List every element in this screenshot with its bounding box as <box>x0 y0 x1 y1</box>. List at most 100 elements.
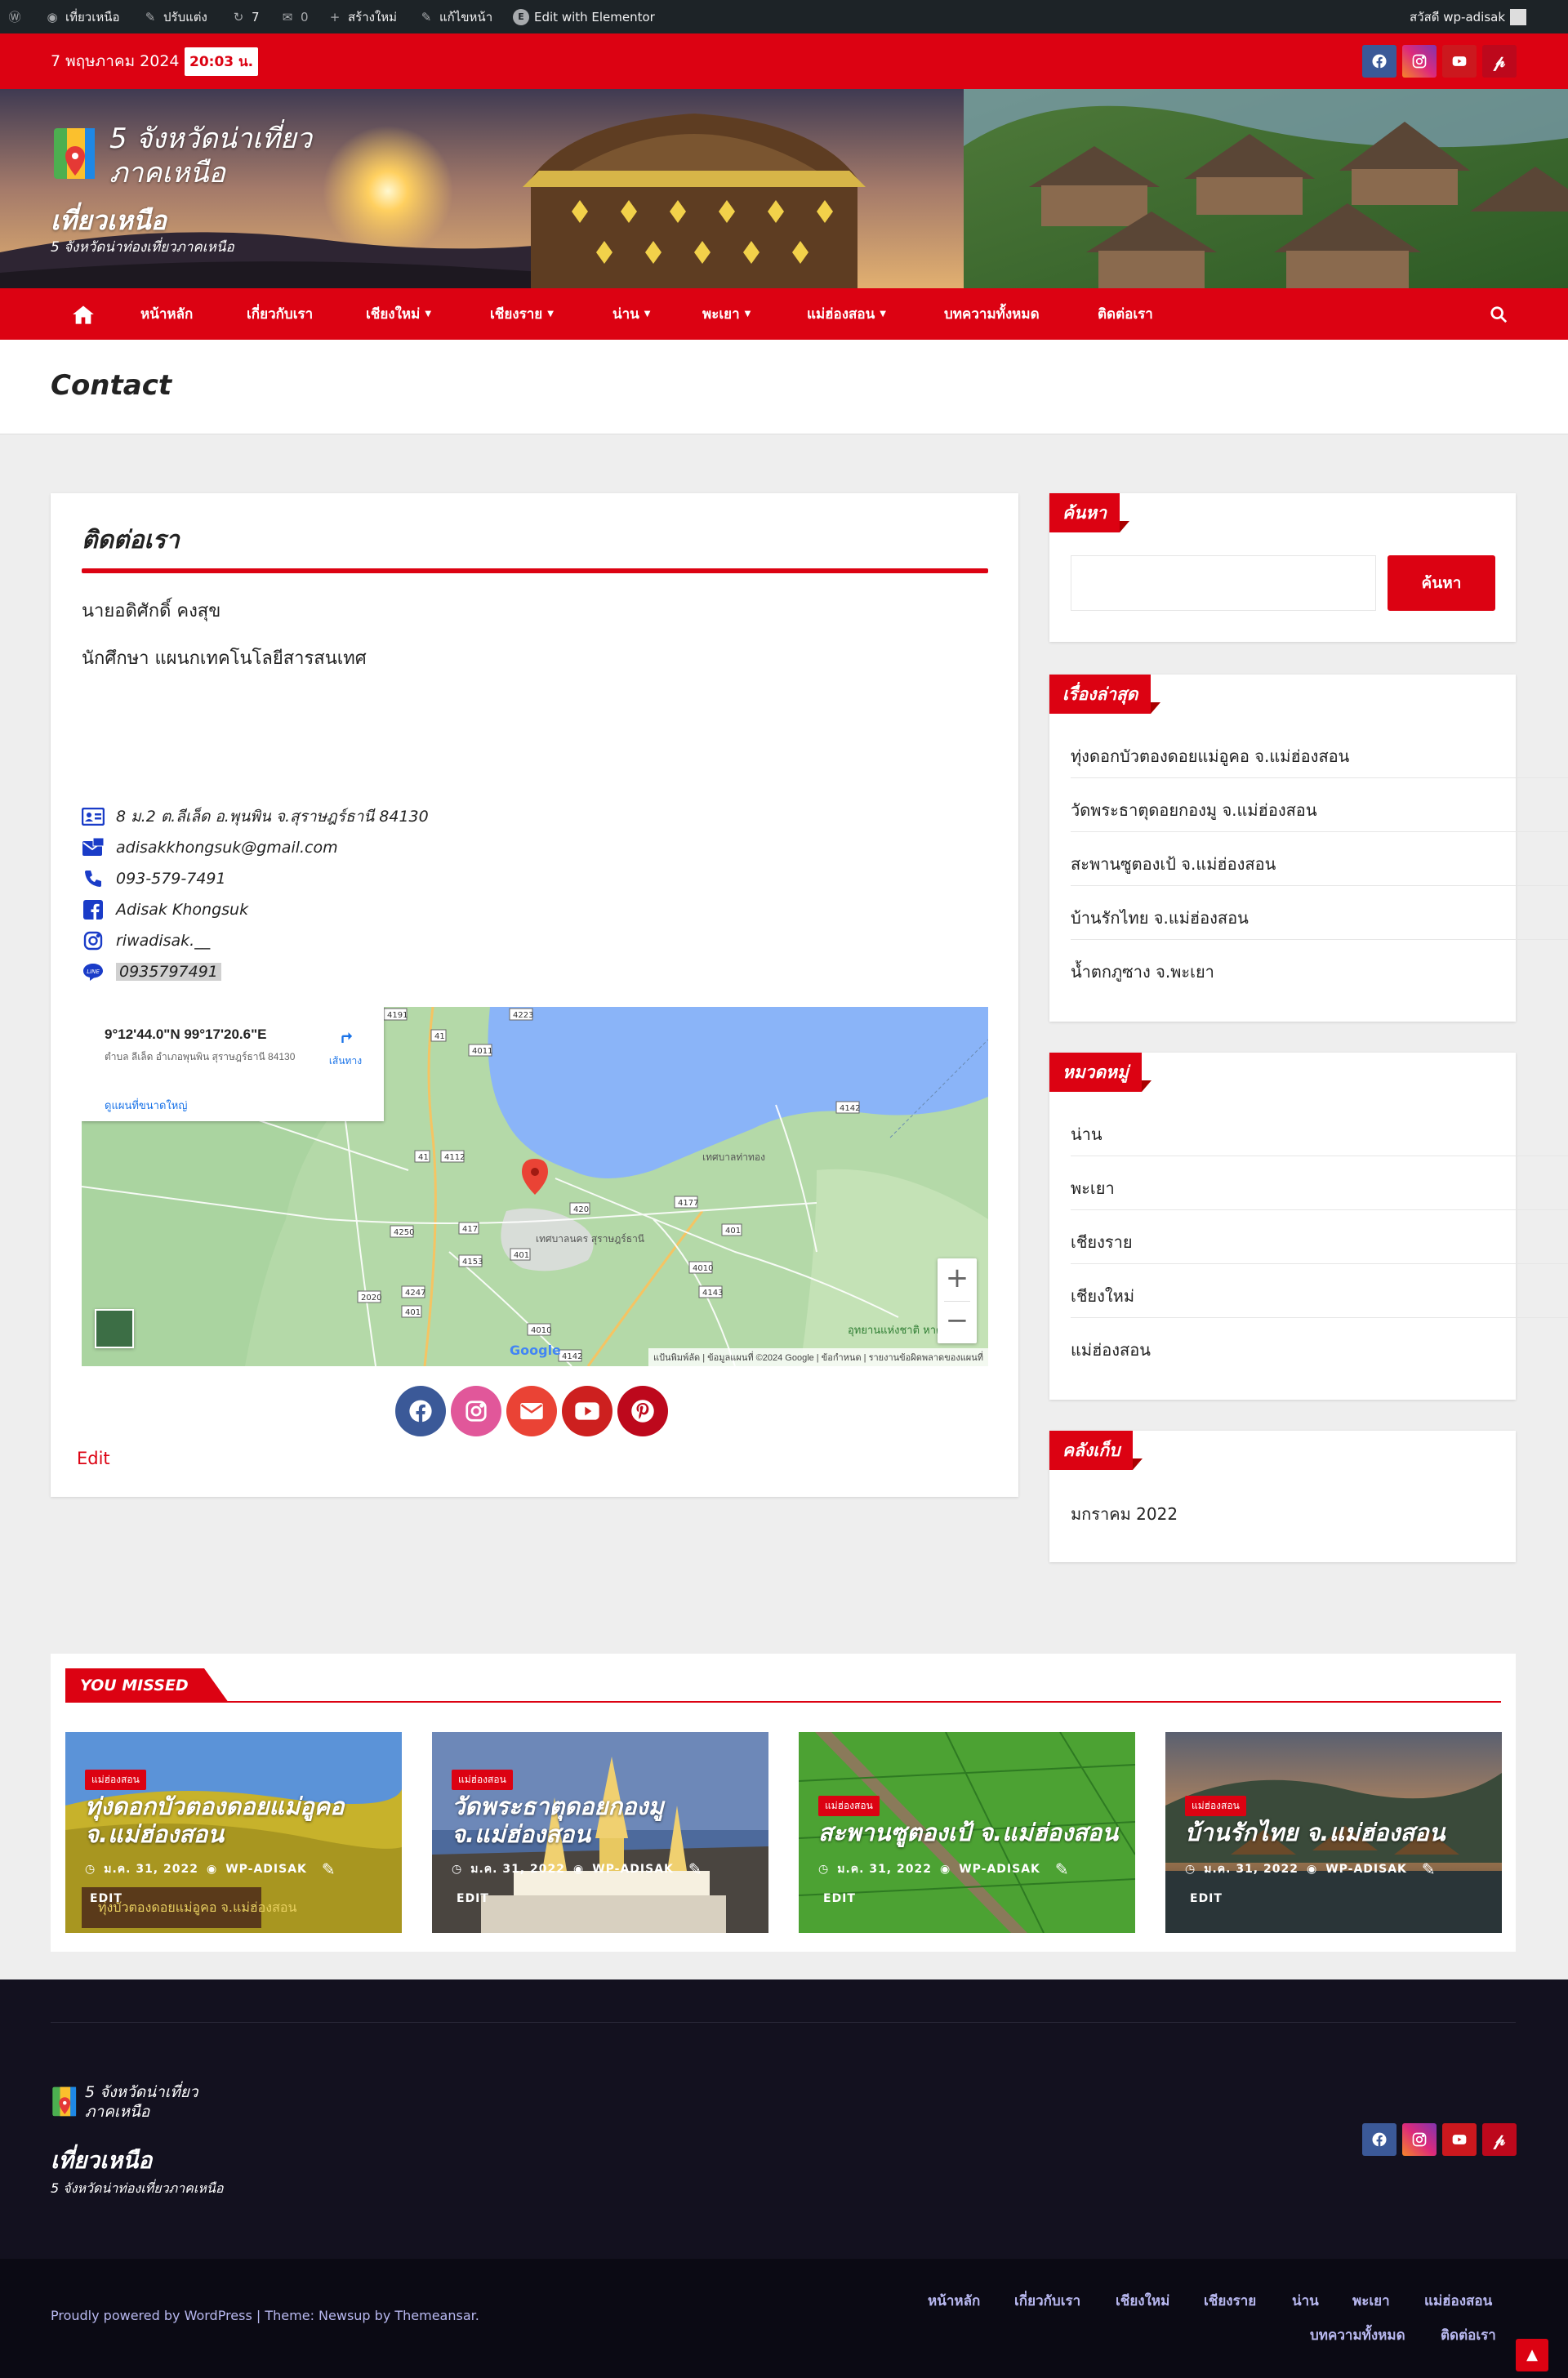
footer-menu-contact[interactable]: ติดต่อเรา <box>1441 2324 1496 2346</box>
recent-post-link[interactable]: สะพานซูตองเป้ จ.แม่ฮ่องสอน <box>1071 851 1276 877</box>
back-to-top-button[interactable]: ▲ <box>1516 2339 1548 2371</box>
footer-site-title[interactable]: เที่ยวเหนือ <box>51 2143 152 2179</box>
admin-edit-page-link[interactable]: ✎ แก้ไขหน้า <box>418 0 492 33</box>
search-icon[interactable] <box>1490 288 1508 340</box>
post-edit-link[interactable]: EDIT <box>1190 1892 1223 1905</box>
category-link[interactable]: เชียงใหม่ <box>1071 1283 1134 1309</box>
nav-item-contact[interactable]: ติดต่อเรา <box>1098 288 1153 340</box>
footer-pinterest-link[interactable]: 𝓅 <box>1482 2123 1517 2156</box>
footer-menu-all-articles[interactable]: บทความทั้งหมด <box>1310 2324 1405 2346</box>
nav-item-all-articles[interactable]: บทความทั้งหมด <box>944 288 1040 340</box>
zoom-in-button[interactable]: + <box>938 1258 977 1301</box>
recent-post-link[interactable]: ทุ่งดอกบัวตองดอยแม่อูคอ จ.แม่ฮ่องสอน <box>1071 743 1349 769</box>
category-link[interactable]: พะเยา <box>1071 1175 1115 1201</box>
admin-site-link[interactable]: ◉ เที่ยวเหนือ <box>44 0 119 33</box>
search-button[interactable]: ค้นหา <box>1388 555 1495 611</box>
admin-account-link[interactable]: สวัสดี wp-adisak <box>1410 0 1527 33</box>
nav-item-chiangmai[interactable]: เชียงใหม่ ▼ <box>366 288 431 340</box>
edit-icon[interactable]: ✎ <box>1422 1859 1437 1879</box>
admin-new-link[interactable]: + สร้างใหม่ <box>327 0 397 33</box>
footer-facebook-link[interactable] <box>1362 2123 1396 2156</box>
edit-link[interactable]: Edit <box>77 1449 110 1468</box>
site-logo-text[interactable]: 5 จังหวัดน่าเที่ยว ภาคเหนือ <box>109 122 312 190</box>
category-link[interactable]: เชียงราย <box>1071 1229 1133 1255</box>
post-title[interactable]: วัดพระธาตุดอยกองมู จ.แม่ฮ่องสอน <box>452 1792 752 1848</box>
post-edit-link[interactable]: EDIT <box>457 1892 489 1905</box>
missed-post-card[interactable]: ทุ่งบัวตองดอยแม่อูคอ จ.แม่ฮ่องสอน แม่ฮ่อ… <box>65 1732 402 1933</box>
line-row[interactable]: LINE 0935797491 <box>82 960 221 983</box>
post-category-badge[interactable]: แม่ฮ่องสอน <box>85 1770 146 1790</box>
missed-post-card[interactable]: แม่ฮ่องสอน วัดพระธาตุดอยกองมู จ.แม่ฮ่องส… <box>432 1732 768 1933</box>
instagram-row[interactable]: riwadisak.__ <box>82 929 210 952</box>
post-title[interactable]: ทุ่งดอกบัวตองดอยแม่อูคอ จ.แม่ฮ่องสอน <box>85 1792 385 1848</box>
post-title[interactable]: บ้านรักไทย จ.แม่ฮ่องสอน <box>1185 1819 1486 1846</box>
phone-row[interactable]: 093-579-7491 <box>82 867 226 890</box>
map-road-label: 4191 <box>387 1011 408 1020</box>
admin-elementor-link[interactable]: E Edit with Elementor <box>513 0 655 33</box>
admin-customize-link[interactable]: ✎ ปรับแต่ง <box>142 0 207 33</box>
post-edit-link[interactable]: EDIT <box>90 1892 122 1905</box>
footer-menu-phayao[interactable]: พะเยา <box>1352 2290 1390 2312</box>
pinterest-circle-link[interactable] <box>617 1386 668 1436</box>
category-link[interactable]: น่าน <box>1071 1121 1102 1147</box>
recent-post-link[interactable]: บ้านรักไทย จ.แม่ฮ่องสอน <box>1071 905 1249 931</box>
footer-menu-nan[interactable]: น่าน <box>1292 2290 1319 2312</box>
category-link[interactable]: แม่ฮ่องสอน <box>1071 1337 1151 1363</box>
heading-underline <box>82 568 988 573</box>
post-category-badge[interactable]: แม่ฮ่องสอน <box>818 1796 880 1816</box>
youtube-circle-link[interactable] <box>562 1386 612 1436</box>
zoom-out-button[interactable]: − <box>938 1301 977 1343</box>
edit-icon[interactable]: ✎ <box>688 1859 703 1879</box>
site-logo-icon[interactable] <box>51 123 105 185</box>
missed-post-card[interactable]: แม่ฮ่องสอน บ้านรักไทย จ.แม่ฮ่องสอน ◷ ม.ค.… <box>1165 1732 1502 1933</box>
footer-menu-home[interactable]: หน้าหลัก <box>928 2290 980 2312</box>
nav-item-maehongson[interactable]: แม่ฮ่องสอน ▼ <box>807 288 886 340</box>
admin-comments-link[interactable]: ✉ 0 <box>279 0 309 33</box>
footer-menu-about[interactable]: เกี่ยวกับเรา <box>1014 2290 1080 2312</box>
content-card: ติดต่อเรา นายอดิศักดิ์ คงสุข นักศึกษา แผ… <box>51 493 1018 1497</box>
recent-post-link[interactable]: น้ำตกภูซาง จ.พะเยา <box>1071 959 1214 985</box>
pinterest-link[interactable]: 𝓅 <box>1482 45 1517 78</box>
footer-credit[interactable]: Proudly powered by WordPress | Theme: Ne… <box>51 2308 479 2323</box>
admin-updates-link[interactable]: ↻ 7 <box>230 0 260 33</box>
google-map[interactable]: 4191 41 4011 4223 41 4112 417 4250 4153 … <box>82 1007 988 1366</box>
directions-button[interactable]: เส้นทาง <box>317 1025 374 1069</box>
top-bar: 7 พฤษภาคม 2024 20:03 น. 𝓅 <box>0 33 1568 89</box>
footer-logo-icon[interactable] <box>51 2084 82 2120</box>
post-title[interactable]: สะพานซูตองเป้ จ.แม่ฮ่องสอน <box>818 1819 1119 1846</box>
map-satellite-toggle[interactable] <box>95 1309 134 1348</box>
instagram-circle-link[interactable] <box>451 1386 501 1436</box>
recent-post-link[interactable]: วัดพระธาตุดอยกองมู จ.แม่ฮ่องสอน <box>1071 797 1316 823</box>
footer-menu-chiangmai[interactable]: เชียงใหม่ <box>1116 2290 1169 2312</box>
search-input[interactable] <box>1071 555 1376 611</box>
email-circle-link[interactable] <box>506 1386 557 1436</box>
post-edit-link[interactable]: EDIT <box>823 1892 856 1905</box>
facebook-circle-link[interactable] <box>395 1386 446 1436</box>
view-larger-map-link[interactable]: ดูแผนที่ขนาดใหญ่ <box>105 1097 187 1114</box>
nav-item-nan[interactable]: น่าน ▼ <box>612 288 651 340</box>
nav-item-chiangrai[interactable]: เชียงราย ▼ <box>490 288 554 340</box>
home-icon[interactable] <box>72 288 95 340</box>
footer-menu-chiangrai[interactable]: เชียงราย <box>1204 2290 1256 2312</box>
facebook-row[interactable]: Adisak Khongsuk <box>82 898 248 921</box>
archive-link[interactable]: มกราคม 2022 <box>1071 1501 1178 1527</box>
clock-icon: ◷ <box>818 1863 830 1876</box>
post-meta: ◷ ม.ค. 31, 2022 ◉ WP-ADISAK ✎ <box>452 1859 703 1879</box>
email-row[interactable]: adisakkhongsuk@gmail.com <box>82 836 338 859</box>
post-category-badge[interactable]: แม่ฮ่องสอน <box>452 1770 513 1790</box>
footer-instagram-link[interactable] <box>1402 2123 1437 2156</box>
footer-menu-maehongson[interactable]: แม่ฮ่องสอน <box>1424 2290 1492 2312</box>
edit-icon[interactable]: ✎ <box>1055 1859 1070 1879</box>
instagram-link[interactable] <box>1402 45 1437 78</box>
youtube-link[interactable] <box>1442 45 1477 78</box>
nav-item-phayao[interactable]: พะเยา ▼ <box>702 288 751 340</box>
footer-logo-text[interactable]: 5 จังหวัดน่าเที่ยว ภาคเหนือ <box>85 2082 198 2122</box>
missed-post-card[interactable]: แม่ฮ่องสอน สะพานซูตองเป้ จ.แม่ฮ่องสอน ◷ ม… <box>799 1732 1135 1933</box>
edit-icon[interactable]: ✎ <box>322 1859 336 1879</box>
footer-youtube-link[interactable] <box>1442 2123 1477 2156</box>
post-category-badge[interactable]: แม่ฮ่องสอน <box>1185 1796 1246 1816</box>
nav-item-home[interactable]: หน้าหลัก <box>140 288 193 340</box>
facebook-link[interactable] <box>1362 45 1396 78</box>
wordpress-logo-icon[interactable]: Ⓦ <box>7 0 23 33</box>
nav-item-about[interactable]: เกี่ยวกับเรา <box>247 288 313 340</box>
